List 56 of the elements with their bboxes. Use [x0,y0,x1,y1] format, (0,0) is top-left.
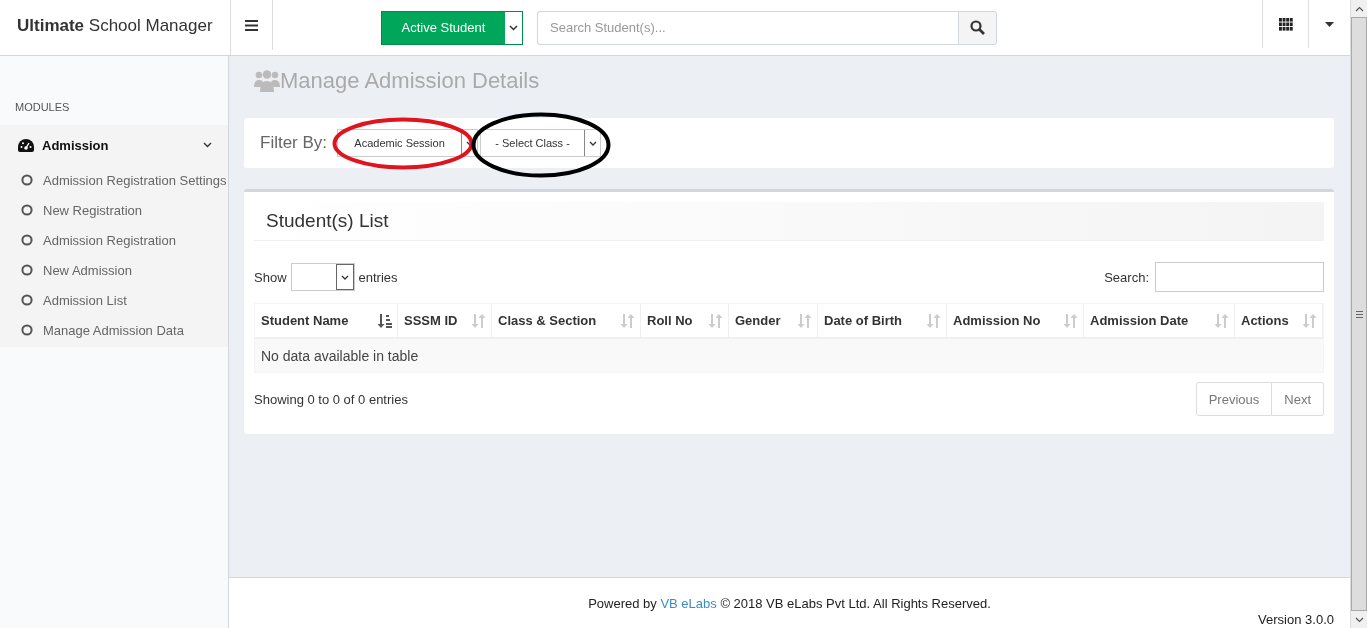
column-header[interactable]: Class & Section [492,304,641,337]
column-header[interactable]: Admission No [947,304,1084,337]
filter-label: Filter By: [260,133,328,153]
sidebar-subitem[interactable]: New Admission [0,255,228,285]
sidebar-subitem[interactable]: Admission Registration [0,225,228,255]
sidebar-subitem[interactable]: Admission Registration Settings [0,165,228,195]
caret-icon [1325,21,1334,27]
sidebar-heading: MODULES [14,100,71,115]
circle-icon [21,324,33,336]
dashboard-icon [18,138,34,152]
table-cell: No data available in table [255,339,1323,372]
page-title: Manage Admission Details [280,68,540,94]
caret-icon [588,140,597,146]
status-label: Active Student [382,11,505,44]
footer-text: Powered by VB eLabs © 2018 VB eLabs Pvt Ltd. All Rights Reserved. [588,596,991,613]
grid-icon [1278,17,1293,31]
table-search-field[interactable] [1155,262,1324,292]
card-title: Student(s) List [266,210,389,232]
menu-icon [245,19,258,31]
column-header[interactable]: Gender [729,304,818,337]
circle-icon [21,234,33,246]
footer-link[interactable]: VB eLabs [660,596,717,611]
search-field[interactable]: Search Student(s)... [537,10,958,45]
column-header[interactable]: Student Name [255,304,398,337]
circle-icon [21,174,33,186]
circle-icon [21,294,33,306]
scroll-down-icon[interactable] [1354,616,1364,623]
scroll-up-icon[interactable] [1354,5,1364,12]
caret-icon [340,274,349,280]
search-label: Search: [1104,269,1149,285]
column-header[interactable]: Admission Date [1084,304,1235,337]
grip-icon [1355,310,1363,318]
version-label: Version 3.0.0 [1258,612,1334,627]
sidebar-subitem[interactable]: Manage Admission Data [0,315,228,345]
caret-icon [509,24,518,31]
column-header[interactable]: Date of Birth [818,304,947,337]
page-size-select[interactable] [290,263,355,291]
users-icon [254,70,280,92]
search-button[interactable] [958,10,997,45]
scrollbar[interactable] [1350,0,1367,628]
sidebar-subitem[interactable]: Admission List [0,285,228,315]
select-field[interactable]: Academic Session [337,129,479,157]
circle-icon [21,264,33,276]
sidebar-item[interactable]: Admission [0,125,228,165]
column-header[interactable]: SSSM ID [398,304,492,337]
search-icon [970,20,985,35]
sidebar-subitem[interactable]: New Registration [0,195,228,225]
length-label: Show [254,269,287,285]
column-header[interactable]: Actions [1235,304,1323,337]
table-info: Showing 0 to 0 of 0 entries [254,391,408,407]
circle-icon [21,204,33,216]
pagination-button[interactable]: Next [1272,382,1324,416]
length-label: entries [358,269,398,285]
pagination-button[interactable]: Previous [1195,382,1273,416]
select-field[interactable]: - Select Class - [480,129,602,157]
column-header[interactable]: Roll No [641,304,729,337]
